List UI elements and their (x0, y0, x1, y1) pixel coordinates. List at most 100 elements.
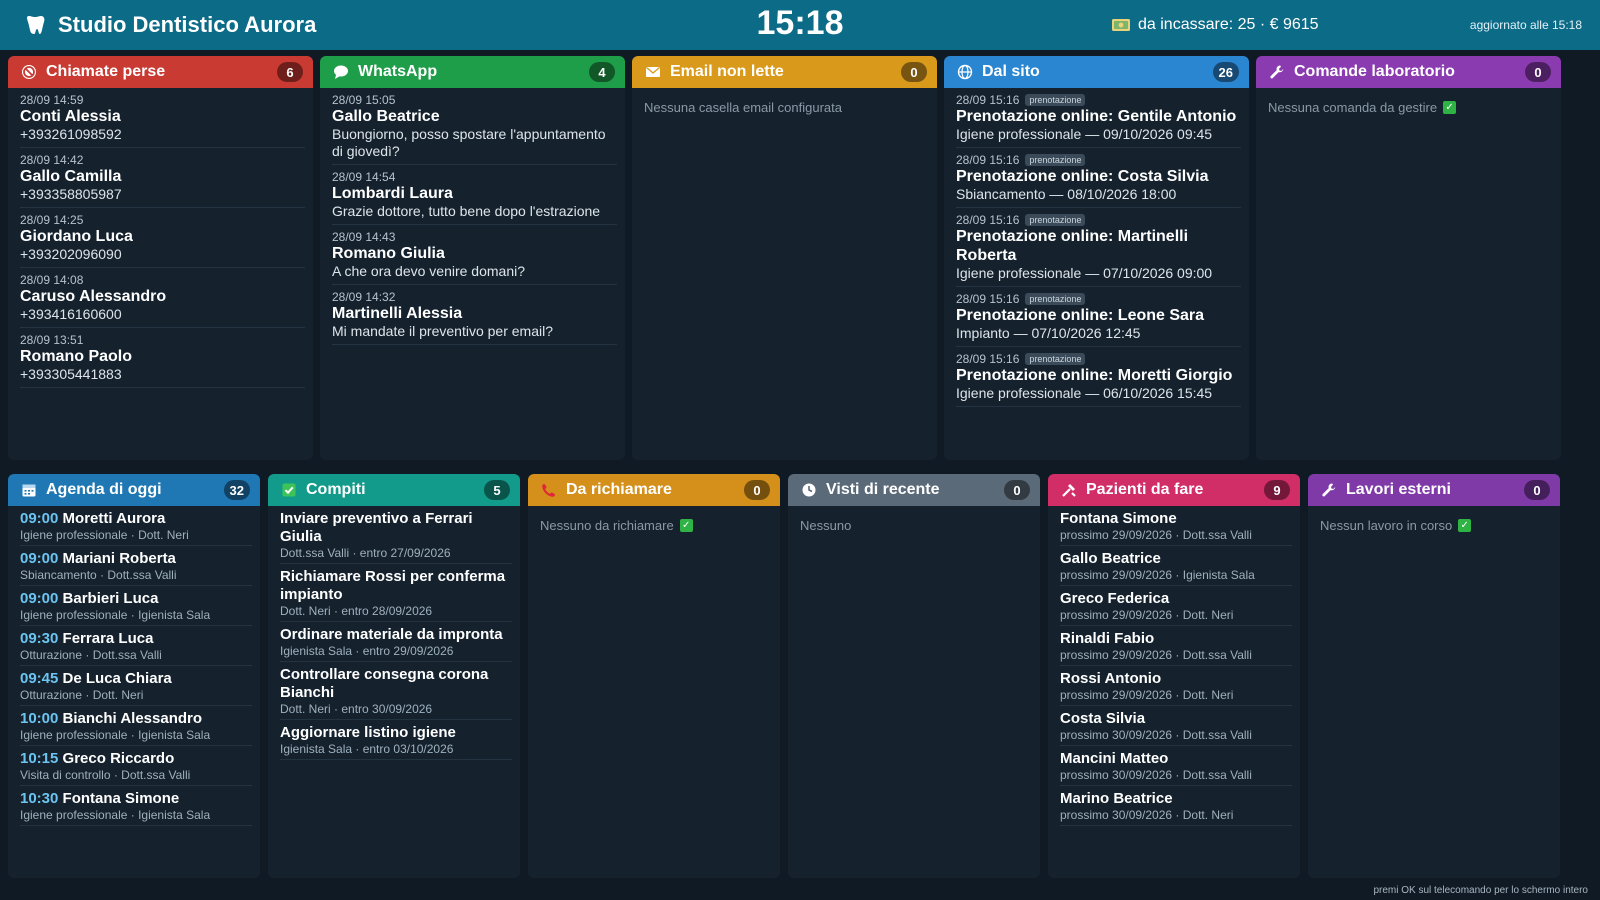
sender-name: Romano Giulia (332, 245, 445, 262)
list-item[interactable]: 28/09 15:16 prenotazione Prenotazione onli… (956, 148, 1241, 208)
list-item[interactable]: 28/09 14:32 Martinelli Alessia Mi mandate … (332, 285, 617, 345)
task-title: Ordinare materiale da impronta (280, 626, 503, 643)
wrench-icon (1320, 481, 1338, 499)
panel-header[interactable]: WhatsApp 4 (320, 56, 625, 88)
list-item[interactable]: 09:45 De Luca Chiara Otturazione · Dott. … (20, 666, 252, 706)
timestamp: 28/09 14:43 (332, 230, 396, 244)
patient-meta: prossimo 30/09/2026 · Dott.ssa Valli (1060, 768, 1252, 782)
list-item[interactable]: 28/09 15:05 Gallo Beatrice Buongiorno, pos… (332, 88, 617, 165)
phone-number: +393202096090 (20, 246, 122, 262)
booking-tag: prenotazione (1025, 353, 1086, 365)
timestamp: 28/09 15:16 prenotazione (956, 292, 1241, 306)
list-item[interactable]: 28/09 15:16 prenotazione Prenotazione onli… (956, 287, 1241, 347)
panel-title: Agenda di oggi (46, 481, 162, 498)
task-title: Inviare preventivo a Ferrari Giulia (280, 510, 473, 545)
panel-header[interactable]: Lavori esterni 0 (1308, 474, 1560, 506)
patient-name: Rinaldi Fabio (1060, 630, 1155, 647)
phone-icon (540, 481, 558, 499)
panel-header[interactable]: Visti di recente 0 (788, 474, 1040, 506)
caller-name: Romano Paolo (20, 348, 133, 365)
web-bookings-list: 28/09 15:16 prenotazione Prenotazione onli… (944, 88, 1249, 407)
count-badge: 0 (1524, 480, 1550, 500)
list-item[interactable]: Marino Beatrice prossimo 30/09/2026 · Dot… (1060, 786, 1292, 826)
panel-title: Dal sito (982, 63, 1040, 80)
list-item[interactable]: Ordinare materiale da impronta Igienista … (280, 622, 512, 662)
list-item[interactable]: 28/09 15:16 prenotazione Prenotazione onli… (956, 208, 1241, 287)
patient-meta: prossimo 29/09/2026 · Dott. Neri (1060, 688, 1234, 702)
task-title: Controllare consegna corona Bianchi (280, 666, 489, 701)
list-item[interactable]: Mancini Matteo prossimo 30/09/2026 · Dott… (1060, 746, 1292, 786)
list-item[interactable]: Rinaldi Fabio prossimo 29/09/2026 · Dott.… (1060, 626, 1292, 666)
list-item[interactable]: 09:00 Moretti Aurora Igiene professionale… (20, 506, 252, 546)
panel-header[interactable]: Dal sito 26 (944, 56, 1249, 88)
incassare-text: da incassare: 25 · € 9615 (1138, 16, 1319, 33)
list-item[interactable]: Aggiornare listino igiene Igienista Sala … (280, 720, 512, 760)
brand: Studio Dentistico Aurora (22, 0, 316, 50)
list-item[interactable]: 28/09 14:43 Romano Giulia A che ora devo v… (332, 225, 617, 285)
timestamp: 28/09 14:54 (332, 170, 396, 184)
list-item[interactable]: 10:00 Bianchi Alessandro Igiene professio… (20, 706, 252, 746)
panel-header[interactable]: Chiamate perse 6 (8, 56, 313, 88)
empty-state: Nessuno (800, 518, 852, 533)
count-badge: 0 (744, 480, 770, 500)
panel-header[interactable]: Agenda di oggi 32 (8, 474, 260, 506)
panel-title: Chiamate perse (46, 63, 166, 80)
task-meta: Dott. Neri · entro 28/09/2026 (280, 604, 433, 618)
globe-icon (956, 63, 974, 81)
list-item[interactable]: 10:15 Greco Riccardo Visita di controllo … (20, 746, 252, 786)
envelope-icon (644, 63, 662, 81)
sender-name: Martinelli Alessia (332, 305, 463, 322)
list-item[interactable]: 28/09 14:42 Gallo Camilla +393358805987 (20, 148, 305, 208)
list-item[interactable]: 28/09 15:16 prenotazione Prenotazione onli… (956, 88, 1241, 148)
list-item[interactable]: Gallo Beatrice prossimo 29/09/2026 · Igie… (1060, 546, 1292, 586)
booking-tag: prenotazione (1025, 293, 1086, 305)
empty-state: Nessuno da richiamare ✓ (528, 506, 780, 545)
booking-detail: Igiene professionale — 06/10/2026 15:45 (956, 385, 1213, 401)
booking-tag: prenotazione (1025, 154, 1086, 166)
patient-meta: prossimo 30/09/2026 · Dott. Neri (1060, 808, 1234, 822)
list-item[interactable]: Richiamare Rossi per conferma impianto Do… (280, 564, 512, 622)
booking-detail: Igiene professionale — 09/10/2026 09:45 (956, 126, 1213, 142)
patients-todo-list: Fontana Simone prossimo 29/09/2026 · Dott… (1048, 506, 1300, 826)
booking-detail: Igiene professionale — 07/10/2026 09:00 (956, 265, 1213, 281)
panel-pazienti-da-fare: Pazienti da fare 9 Fontana Simone prossim… (1048, 474, 1300, 878)
patient-meta: prossimo 29/09/2026 · Dott. Neri (1060, 608, 1234, 622)
list-item[interactable]: 10:30 Fontana Simone Igiene professionale… (20, 786, 252, 826)
count-badge: 0 (1525, 62, 1551, 82)
list-item[interactable]: 09:30 Ferrara Luca Otturazione · Dott.ssa… (20, 626, 252, 666)
list-item[interactable]: 28/09 14:25 Giordano Luca +393202096090 (20, 208, 305, 268)
patient-name: Barbieri Luca (62, 590, 159, 607)
booking-title: Prenotazione online: Costa Silvia (956, 168, 1209, 185)
empty-state: Nessun lavoro in corso ✓ (1308, 506, 1560, 545)
list-item[interactable]: Fontana Simone prossimo 29/09/2026 · Dott… (1060, 506, 1292, 546)
count-badge: 5 (484, 480, 510, 500)
list-item[interactable]: 28/09 14:08 Caruso Alessandro +39341616060… (20, 268, 305, 328)
phone-number: +393305441883 (20, 366, 122, 382)
timestamp: 28/09 14:08 (20, 273, 84, 287)
patient-name: Greco Federica (1060, 590, 1170, 607)
panel-header[interactable]: Da richiamare 0 (528, 474, 780, 506)
panel-header[interactable]: Email non lette 0 (632, 56, 937, 88)
list-item[interactable]: Controllare consegna corona Bianchi Dott.… (280, 662, 512, 720)
list-item[interactable]: 28/09 14:54 Lombardi Laura Grazie dottore,… (332, 165, 617, 225)
tooth-icon (22, 12, 48, 38)
list-item[interactable]: 28/09 14:59 Conti Alessia +393261098592 (20, 88, 305, 148)
appointment-time: 10:00 (20, 710, 59, 727)
patient-name: Fontana Simone (1060, 510, 1177, 527)
list-item[interactable]: 09:00 Mariani Roberta Sbiancamento · Dott… (20, 546, 252, 586)
patient-meta: prossimo 29/09/2026 · Dott.ssa Valli (1060, 528, 1252, 542)
list-item[interactable]: 28/09 15:16 prenotazione Prenotazione onli… (956, 347, 1241, 407)
caller-name: Gallo Camilla (20, 168, 122, 185)
panel-header[interactable]: Compiti 5 (268, 474, 520, 506)
panel-header[interactable]: Pazienti da fare 9 (1048, 474, 1300, 506)
incassare-summary[interactable]: da incassare: 25 · € 9615 (1112, 0, 1319, 50)
list-item[interactable]: Costa Silvia prossimo 30/09/2026 · Dott.s… (1060, 706, 1292, 746)
list-item[interactable]: 28/09 13:51 Romano Paolo +393305441883 (20, 328, 305, 388)
list-item[interactable]: Inviare preventivo a Ferrari Giulia Dott.… (280, 506, 512, 564)
list-item[interactable]: Greco Federica prossimo 29/09/2026 · Dott… (1060, 586, 1292, 626)
list-item[interactable]: Rossi Antonio prossimo 29/09/2026 · Dott.… (1060, 666, 1292, 706)
panel-header[interactable]: Comande laboratorio 0 (1256, 56, 1561, 88)
patient-name: Mariani Roberta (62, 550, 176, 567)
patient-meta: prossimo 30/09/2026 · Dott.ssa Valli (1060, 728, 1252, 742)
list-item[interactable]: 09:00 Barbieri Luca Igiene professionale … (20, 586, 252, 626)
